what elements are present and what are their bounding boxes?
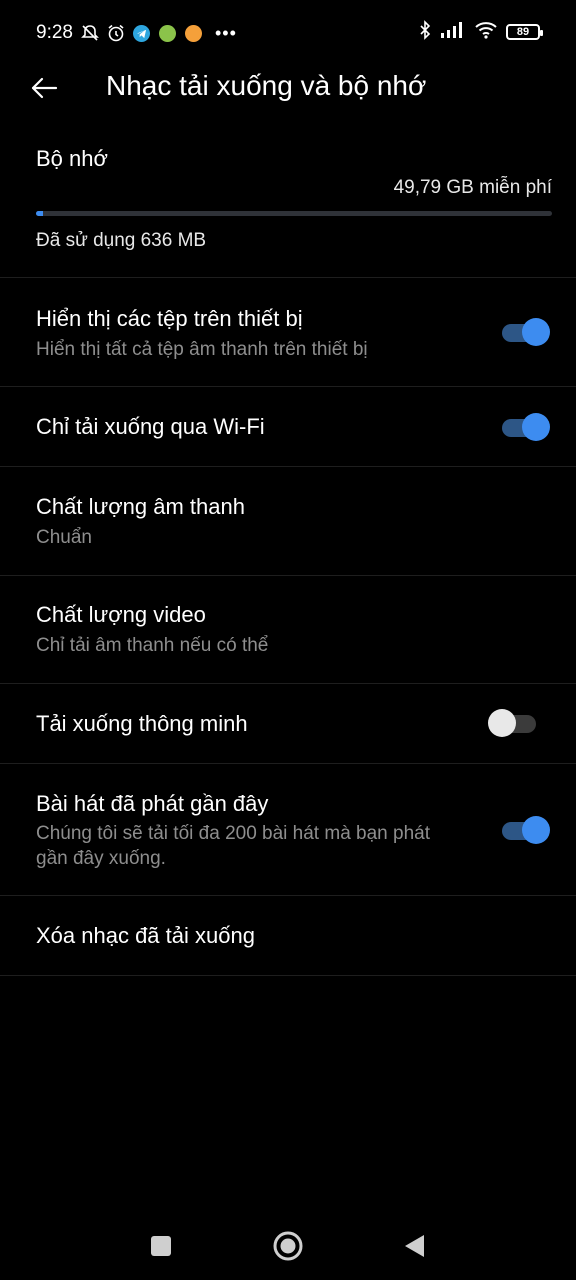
more-notifications-icon: ••• — [214, 22, 237, 43]
setting-subtitle: Hiển thị tất cả tệp âm thanh trên thiết … — [36, 339, 368, 360]
setting-delete-downloads[interactable]: Xóa nhạc đã tải xuống — [0, 896, 576, 976]
wifi-only-toggle[interactable] — [500, 413, 550, 441]
recents-button[interactable] — [141, 1228, 181, 1264]
home-button[interactable] — [268, 1228, 308, 1264]
bluetooth-icon — [418, 19, 432, 45]
setting-subtitle: Chuẩn — [36, 527, 92, 548]
signal-icon — [440, 21, 466, 44]
status-bar: 9:28 ••• 89 — [0, 0, 576, 64]
toggle-thumb — [488, 709, 516, 737]
storage-free-label: 49,79 GB miễn phí — [393, 177, 552, 198]
setting-title: Chất lượng video — [36, 602, 206, 627]
setting-recent-songs[interactable]: Bài hát đã phát gần đây Chúng tôi sẽ tải… — [0, 764, 576, 896]
back-button[interactable] — [24, 68, 64, 108]
storage-section: Bộ nhớ 49,79 GB miễn phí Đã sử dụng 636 … — [0, 130, 576, 278]
app-header: Nhạc tải xuống và bộ nhớ — [0, 64, 576, 124]
toggle-thumb — [522, 318, 550, 346]
system-nav-bar — [0, 1210, 576, 1280]
battery-icon: 89 — [506, 24, 543, 40]
setting-smart-download[interactable]: Tải xuống thông minh — [0, 684, 576, 764]
setting-show-device-files[interactable]: Hiển thị các tệp trên thiết bị Hiển thị … — [0, 278, 576, 387]
setting-audio-quality[interactable]: Chất lượng âm thanh Chuẩn — [0, 467, 576, 576]
show-device-files-toggle[interactable] — [500, 318, 550, 346]
setting-title: Chỉ tải xuống qua Wi-Fi — [36, 414, 265, 439]
storage-title: Bộ nhớ — [36, 146, 108, 171]
setting-title: Tải xuống thông minh — [36, 711, 248, 736]
setting-wifi-only[interactable]: Chỉ tải xuống qua Wi-Fi — [0, 387, 576, 467]
storage-used-label: Đã sử dụng 636 MB — [36, 230, 207, 251]
toggle-thumb — [522, 413, 550, 441]
toggle-thumb — [522, 816, 550, 844]
status-left: 9:28 ••• — [36, 20, 237, 46]
recents-icon — [151, 1236, 171, 1256]
smart-download-toggle[interactable] — [488, 709, 538, 737]
back-triangle-icon — [405, 1235, 424, 1257]
mute-bell-icon — [79, 22, 101, 44]
setting-subtitle: Chỉ tải âm thanh nếu có thể — [36, 635, 269, 656]
setting-subtitle: Chúng tôi sẽ tải tối đa 200 bài hát mà b… — [36, 823, 430, 869]
status-time: 9:28 — [36, 22, 73, 43]
setting-title: Bài hát đã phát gần đây — [36, 791, 269, 816]
setting-video-quality[interactable]: Chất lượng video Chỉ tải âm thanh nếu có… — [0, 576, 576, 684]
setting-title: Hiển thị các tệp trên thiết bị — [36, 306, 303, 331]
alarm-icon — [105, 22, 127, 44]
app-icon — [157, 22, 179, 44]
setting-title: Chất lượng âm thanh — [36, 494, 245, 519]
telegram-icon — [131, 22, 153, 44]
recent-songs-toggle[interactable] — [500, 816, 550, 844]
app-icon — [183, 22, 205, 44]
status-right: 89 — [418, 18, 543, 46]
back-arrow-icon — [31, 77, 58, 99]
wifi-icon — [474, 21, 498, 44]
page-title: Nhạc tải xuống và bộ nhớ — [106, 70, 427, 101]
storage-usage-fill — [36, 211, 43, 216]
setting-title: Xóa nhạc đã tải xuống — [36, 923, 255, 948]
home-icon — [273, 1231, 303, 1261]
storage-usage-bar — [36, 211, 552, 216]
back-nav-button[interactable] — [394, 1228, 434, 1264]
